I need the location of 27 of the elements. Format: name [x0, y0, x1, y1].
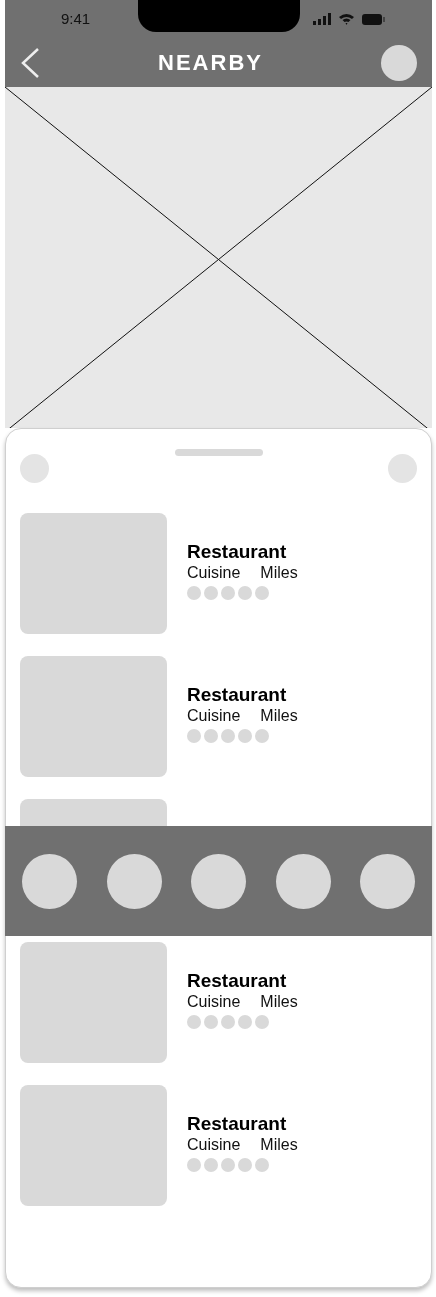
screen-title: NEARBY [158, 49, 263, 77]
distance-label: Miles [260, 992, 298, 1012]
category-button[interactable] [22, 853, 77, 909]
distance-label: Miles [260, 706, 298, 726]
restaurant-name: Restaurant [187, 540, 288, 564]
cuisine-label: Cuisine [187, 563, 241, 583]
back-icon[interactable] [20, 47, 40, 78]
status-time: 9:41 [61, 8, 91, 29]
wifi-icon [339, 13, 354, 25]
distance-label: Miles [260, 563, 298, 583]
rating-dots-icon [187, 1015, 270, 1030]
category-button[interactable] [191, 853, 246, 909]
signal-icon [313, 13, 331, 25]
restaurant-name: Restaurant [187, 1112, 288, 1136]
restaurant-name: Restaurant [187, 683, 288, 707]
category-button[interactable] [360, 853, 415, 909]
battery-icon [362, 13, 385, 25]
rating-dots-icon [187, 586, 270, 601]
drag-handle[interactable] [174, 449, 263, 456]
rating-dots-icon [187, 1158, 270, 1173]
rating-dots-icon [187, 729, 270, 744]
profile-avatar[interactable] [381, 44, 417, 81]
distance-label: Miles [260, 1135, 298, 1155]
cuisine-label: Cuisine [187, 706, 241, 726]
restaurant-name: Restaurant [187, 969, 288, 993]
cuisine-label: Cuisine [187, 1135, 241, 1155]
cuisine-label: Cuisine [187, 992, 241, 1012]
